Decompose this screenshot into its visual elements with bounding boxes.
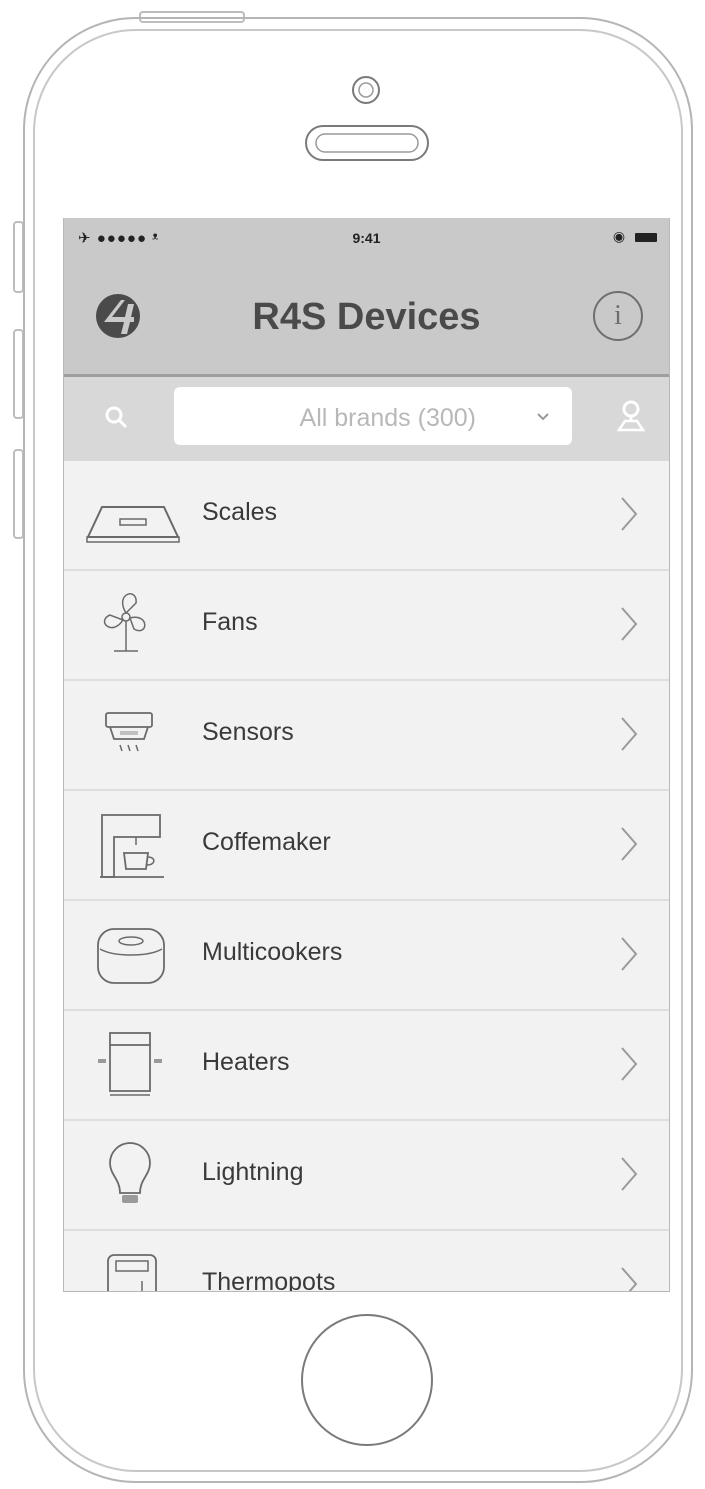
item-label: Sensors — [202, 718, 294, 746]
sensor-icon — [105, 712, 153, 752]
list-item-heaters[interactable]: Heaters — [64, 1011, 669, 1121]
item-label: Scales — [202, 498, 278, 526]
home-button — [301, 1314, 433, 1446]
chevron-right-icon — [621, 717, 638, 751]
brand-select[interactable]: All brands (300) — [174, 387, 572, 445]
list-item-coffemaker[interactable]: Coffemaker — [64, 791, 669, 901]
chevron-right-icon — [621, 1047, 638, 1081]
info-button[interactable]: i — [593, 291, 643, 341]
chevron-right-icon — [621, 937, 638, 971]
coffeemaker-icon — [100, 814, 164, 878]
item-label: Thermopots — [202, 1268, 336, 1292]
scale-icon — [86, 506, 180, 543]
app-screen: ✈ ●●●●● ᵜ 9:41 ◉ R4S Devices i All brand… — [63, 218, 670, 1292]
list-item-fans[interactable]: Fans — [64, 571, 669, 681]
light-bulb-icon — [109, 1142, 151, 1203]
fan-icon — [103, 593, 146, 652]
category-list: Scales Fans Sensors Coffemaker Multicook… — [64, 461, 669, 1292]
chevron-right-icon — [621, 827, 638, 861]
list-item-lightning[interactable]: Lightning — [64, 1121, 669, 1231]
location-status-icon: ◉ — [612, 228, 626, 244]
chevron-right-icon — [621, 1157, 638, 1191]
item-label: Fans — [202, 608, 258, 636]
item-label: Coffemaker — [202, 828, 331, 856]
brand-select-value: All brands (300) — [299, 404, 476, 432]
list-item-thermopots[interactable]: Thermopots — [64, 1231, 669, 1292]
chevron-down-icon — [537, 413, 549, 421]
navigation-bar: R4S Devices i — [64, 264, 669, 377]
thermopot-icon — [107, 1254, 157, 1291]
status-time: 9:41 — [352, 230, 381, 246]
status-right: ◉ — [613, 228, 657, 245]
heater-icon — [98, 1032, 162, 1096]
battery-icon — [635, 232, 657, 242]
list-item-sensors[interactable]: Sensors — [64, 681, 669, 791]
status-bar: ✈ ●●●●● ᵜ 9:41 ◉ — [64, 218, 669, 264]
list-item-multicookers[interactable]: Multicookers — [64, 901, 669, 1011]
multicooker-icon — [97, 928, 165, 984]
filter-bar: All brands (300) — [64, 377, 669, 461]
item-label: Heaters — [202, 1048, 290, 1076]
chevron-right-icon — [621, 607, 638, 641]
chevron-right-icon — [621, 1267, 638, 1291]
page-title: R4S Devices — [252, 296, 481, 338]
location-pin-icon[interactable] — [616, 399, 646, 433]
list-item-scales[interactable]: Scales — [64, 461, 669, 571]
item-label: Multicookers — [202, 938, 343, 966]
chevron-right-icon — [621, 497, 638, 531]
item-label: Lightning — [202, 1158, 304, 1186]
search-icon[interactable] — [104, 405, 128, 429]
